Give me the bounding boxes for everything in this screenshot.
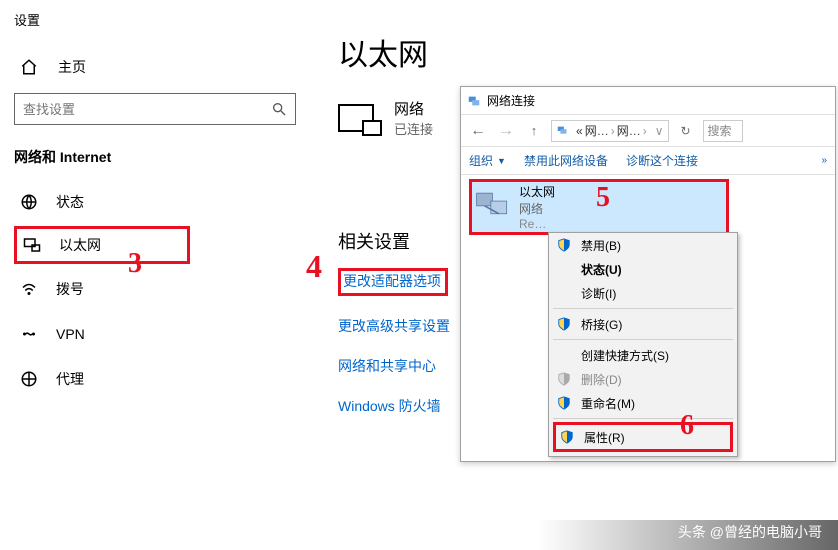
shield-icon xyxy=(557,372,571,386)
home-nav-item[interactable]: 主页 xyxy=(20,57,310,77)
network-status: 已连接 xyxy=(394,119,433,138)
toolbar-diagnose[interactable]: 诊断这个连接 xyxy=(626,152,698,169)
nav-label: VPN xyxy=(56,326,85,342)
separator xyxy=(553,339,733,340)
toolbar-disable-device[interactable]: 禁用此网络设备 xyxy=(524,152,608,169)
related-settings-title: 相关设置 xyxy=(338,228,450,254)
ctx-bridge[interactable]: 桥接(G) xyxy=(549,312,737,336)
folder-icon xyxy=(556,124,570,138)
shield-icon xyxy=(557,317,571,331)
home-label: 主页 xyxy=(58,57,86,77)
window-titlebar[interactable]: 网络连接 xyxy=(461,87,835,115)
annotation-6: 6 xyxy=(680,410,694,442)
content-area: 以太网 网络 已连接 相关设置 更改适配器选项 更改高级共享设置 网络和共享中心… xyxy=(338,30,450,436)
nav-list: 状态 以太网 拨号 VPN 代理 xyxy=(0,179,310,401)
link-firewall[interactable]: Windows 防火墙 xyxy=(338,396,450,416)
adapter-driver: Re… xyxy=(519,217,555,231)
network-icon xyxy=(338,104,374,132)
ethernet-icon xyxy=(23,236,41,254)
ctx-delete: 删除(D) xyxy=(549,367,737,391)
related-links: 更改适配器选项 更改高级共享设置 网络和共享中心 Windows 防火墙 xyxy=(338,268,450,416)
network-status-block[interactable]: 网络 已连接 xyxy=(338,98,450,138)
search-input[interactable] xyxy=(23,102,271,117)
ctx-properties-highlight: 属性(R) xyxy=(553,422,733,452)
network-name: 网络 xyxy=(394,98,433,119)
forward-button[interactable]: → xyxy=(495,122,517,140)
back-button[interactable]: ← xyxy=(467,122,489,140)
toolbar-more[interactable]: » xyxy=(821,155,827,166)
explorer-toolbar: 组织▼ 禁用此网络设备 诊断这个连接 » xyxy=(461,147,835,175)
link-change-adapter: 更改适配器选项 xyxy=(338,268,450,296)
adapter-icon xyxy=(475,190,513,224)
network-folder-icon xyxy=(467,94,481,108)
breadcrumb-seg[interactable]: 网… xyxy=(617,122,641,139)
nav-item-dialup[interactable]: 拨号 xyxy=(0,266,310,311)
annotation-5: 5 xyxy=(596,182,610,214)
breadcrumb[interactable]: « 网… › 网… › ∨ xyxy=(551,120,669,142)
search-hint: 搜索 xyxy=(708,122,732,139)
ctx-properties[interactable]: 属性(R) xyxy=(556,425,730,449)
toolbar-organize[interactable]: 组织▼ xyxy=(469,152,506,169)
dialup-icon xyxy=(20,280,38,298)
adapter-network: 网络 xyxy=(519,200,555,217)
nav-item-status[interactable]: 状态 xyxy=(0,179,310,224)
explorer-search[interactable]: 搜索 xyxy=(703,120,743,142)
address-bar-row: ← → ↑ « 网… › 网… › ∨ ↻ 搜索 xyxy=(461,115,835,147)
ctx-status[interactable]: 状态(U) xyxy=(549,257,737,281)
window-title: 网络连接 xyxy=(487,92,535,109)
link-network-center[interactable]: 网络和共享中心 xyxy=(338,356,450,376)
search-icon xyxy=(271,101,287,117)
link-sharing-settings[interactable]: 更改高级共享设置 xyxy=(338,316,450,336)
nav-label: 状态 xyxy=(56,192,84,212)
watermark: 头条 @曾经的电脑小哥 xyxy=(672,520,828,544)
globe-icon xyxy=(20,193,38,211)
ctx-create-shortcut[interactable]: 创建快捷方式(S) xyxy=(549,343,737,367)
nav-label: 代理 xyxy=(56,369,84,389)
shield-icon xyxy=(557,238,571,252)
annotation-3: 3 xyxy=(128,248,142,280)
nav-item-ethernet[interactable]: 以太网 xyxy=(14,226,190,264)
separator xyxy=(553,418,733,419)
nav-label: 拨号 xyxy=(56,279,84,299)
context-menu: 禁用(B) 状态(U) 诊断(I) 桥接(G) 创建快捷方式(S) 删除(D) … xyxy=(548,232,738,457)
home-icon xyxy=(20,58,38,76)
vpn-icon xyxy=(20,325,38,343)
up-button[interactable]: ↑ xyxy=(523,123,545,138)
adapter-name: 以太网 xyxy=(519,183,555,200)
settings-panel: 设置 主页 网络和 Internet 状态 以太网 拨号 VPN xyxy=(0,0,310,550)
shield-icon xyxy=(560,430,574,444)
proxy-icon xyxy=(20,370,38,388)
nav-group-title: 网络和 Internet xyxy=(14,147,310,167)
ctx-rename[interactable]: 重命名(M) xyxy=(549,391,737,415)
nav-item-vpn[interactable]: VPN xyxy=(0,311,310,356)
page-title: 以太网 xyxy=(338,30,450,74)
nav-item-proxy[interactable]: 代理 xyxy=(0,356,310,401)
shield-icon xyxy=(557,396,571,410)
annotation-4: 4 xyxy=(306,248,322,285)
refresh-button[interactable]: ↻ xyxy=(675,124,697,138)
separator xyxy=(553,308,733,309)
app-title: 设置 xyxy=(0,0,310,29)
search-input-wrapper[interactable] xyxy=(14,93,296,125)
ctx-disable[interactable]: 禁用(B) xyxy=(549,233,737,257)
nav-label: 以太网 xyxy=(59,235,101,255)
ctx-diagnose[interactable]: 诊断(I) xyxy=(549,281,737,305)
breadcrumb-seg[interactable]: 网… xyxy=(585,122,609,139)
